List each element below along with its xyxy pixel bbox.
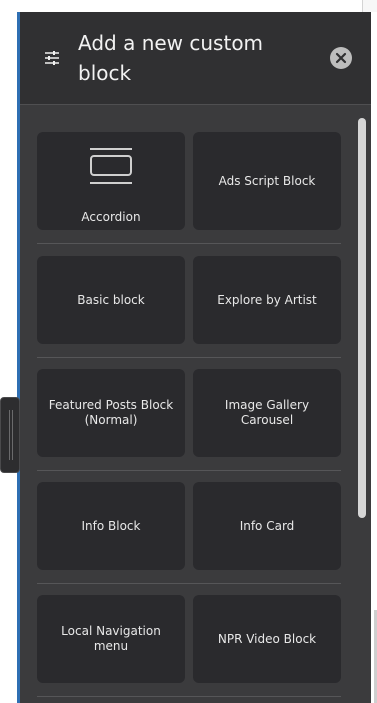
row-divider <box>37 583 341 584</box>
block-card-local-navigation-menu[interactable]: Local Navigation menu <box>37 595 185 683</box>
block-label: Featured Posts Block (Normal) <box>48 398 174 427</box>
underlying-page-top <box>0 0 377 12</box>
block-label: Image Gallery Carousel <box>224 398 310 427</box>
block-card-featured-posts[interactable]: Featured Posts Block (Normal) <box>37 369 185 457</box>
underlying-page-edge <box>362 0 377 12</box>
row-divider <box>37 470 341 471</box>
block-label: Ads Script Block <box>218 173 316 188</box>
block-card-info-block[interactable]: Info Block <box>37 482 185 570</box>
row-divider <box>37 243 341 244</box>
block-card-image-gallery-carousel[interactable]: Image Gallery Carousel <box>193 369 341 457</box>
grip-icon <box>9 410 13 460</box>
block-label: Explore by Artist <box>217 292 317 307</box>
block-card-accordion[interactable]: Accordion <box>37 132 185 230</box>
close-icon <box>335 52 347 64</box>
close-button[interactable] <box>330 47 352 69</box>
panel-scrollbar-thumb[interactable] <box>358 118 366 518</box>
block-label: NPR Video Block <box>217 631 317 646</box>
block-card-info-card[interactable]: Info Card <box>193 482 341 570</box>
custom-block-panel: Add a new custom block Accordion Ads Scr… <box>20 12 371 703</box>
block-card-npr-video[interactable]: NPR Video Block <box>193 595 341 683</box>
row-divider <box>37 357 341 358</box>
block-label: Info Card <box>239 518 295 533</box>
block-label: Basic block <box>77 292 145 307</box>
block-card-basic[interactable]: Basic block <box>37 256 185 344</box>
panel-resize-handle[interactable] <box>0 397 20 473</box>
accordion-icon <box>90 148 132 184</box>
block-label: Accordion <box>81 210 141 224</box>
block-card-explore-by-artist[interactable]: Explore by Artist <box>193 256 341 344</box>
block-label: Info Block <box>81 518 141 533</box>
block-label: Local Navigation menu <box>61 624 161 653</box>
panel-title: Add a new custom block <box>78 31 264 85</box>
panel-header: Add a new custom block <box>20 12 371 105</box>
block-card-ads-script[interactable]: Ads Script Block <box>193 132 341 230</box>
row-divider <box>37 696 341 697</box>
sliders-icon[interactable] <box>42 48 62 68</box>
